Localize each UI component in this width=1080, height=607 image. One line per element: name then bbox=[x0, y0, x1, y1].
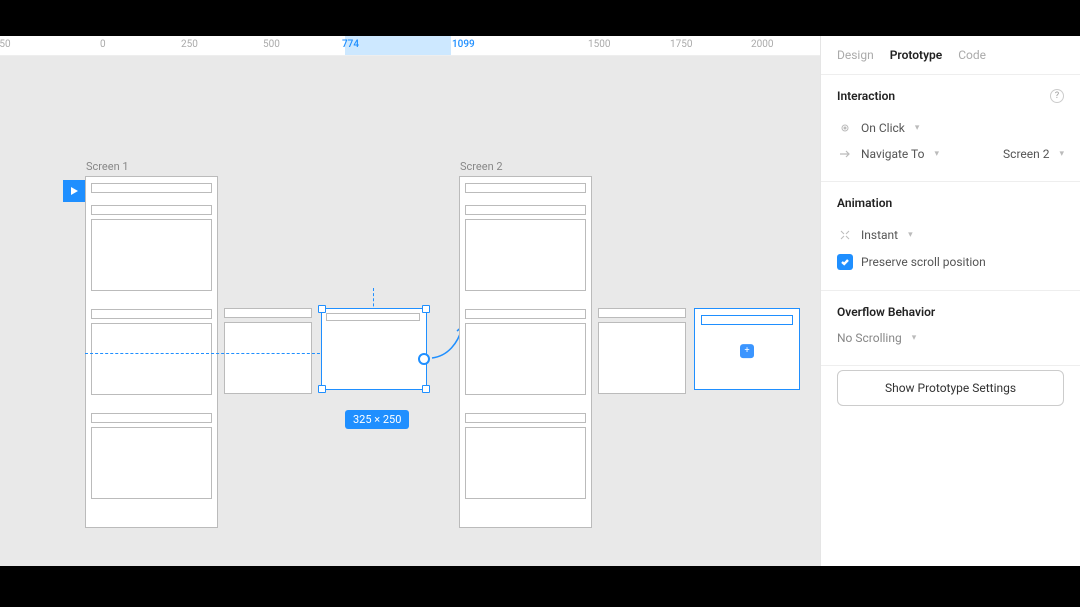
design-canvas[interactable]: Screen 1 bbox=[0, 56, 820, 566]
preserve-scroll-label: Preserve scroll position bbox=[861, 255, 986, 269]
section-title-interaction: Interaction bbox=[837, 89, 895, 103]
wireframe-element[interactable] bbox=[465, 205, 586, 215]
overflow-row[interactable]: No Scrolling ▾ bbox=[837, 325, 1064, 351]
ruler-tick: 1500 bbox=[588, 39, 610, 50]
panel-tabs: Design Prototype Code bbox=[821, 36, 1080, 74]
frame-screen1[interactable] bbox=[85, 176, 218, 528]
wireframe-element[interactable] bbox=[465, 427, 586, 499]
instant-icon bbox=[837, 229, 853, 241]
frame-screen2[interactable] bbox=[459, 176, 592, 528]
wireframe-element[interactable] bbox=[91, 183, 212, 193]
wireframe-element[interactable] bbox=[465, 309, 586, 319]
prototype-play-button[interactable] bbox=[63, 180, 85, 202]
tab-code[interactable]: Code bbox=[958, 48, 986, 62]
window-letterbox-top bbox=[0, 0, 1080, 36]
animation-type-row[interactable]: Instant ▾ bbox=[837, 222, 1064, 248]
wireframe-element[interactable] bbox=[224, 308, 312, 318]
preserve-scroll-row[interactable]: Preserve scroll position bbox=[837, 248, 1064, 276]
frame-label-screen1[interactable]: Screen 1 bbox=[86, 160, 129, 173]
ruler-tick: 0 bbox=[100, 39, 106, 50]
trigger-value: On Click bbox=[861, 121, 905, 135]
wireframe-element[interactable] bbox=[465, 413, 586, 423]
wireframe-element[interactable] bbox=[91, 427, 212, 499]
chevron-down-icon: ▾ bbox=[912, 333, 917, 343]
ruler-tick: 1750 bbox=[670, 39, 692, 50]
wireframe-element[interactable] bbox=[91, 219, 212, 291]
wireframe-element bbox=[701, 315, 793, 325]
frame-label-screen2[interactable]: Screen 2 bbox=[460, 160, 503, 173]
arrow-right-icon bbox=[837, 148, 853, 160]
ruler-tick: 2000 bbox=[751, 39, 773, 50]
wireframe-element[interactable] bbox=[91, 205, 212, 215]
wireframe-element[interactable] bbox=[598, 308, 686, 318]
chevron-down-icon: ▾ bbox=[908, 230, 913, 240]
ruler-tick-selection-end: 1099 bbox=[452, 39, 475, 50]
tab-prototype[interactable]: Prototype bbox=[890, 48, 943, 62]
wireframe-element[interactable] bbox=[598, 322, 686, 394]
horizontal-ruler[interactable]: -250 0 250 500 774 1099 1500 1750 2000 2… bbox=[0, 36, 820, 56]
wireframe-element[interactable] bbox=[91, 309, 212, 319]
help-icon[interactable]: ? bbox=[1050, 89, 1064, 103]
ruler-tick: 500 bbox=[263, 39, 280, 50]
section-animation: Animation Instant ▾ Preserve scroll posi… bbox=[821, 181, 1080, 290]
chevron-down-icon: ▾ bbox=[1059, 149, 1064, 159]
wireframe-element[interactable] bbox=[465, 323, 586, 395]
preserve-scroll-checkbox[interactable] bbox=[837, 254, 853, 270]
properties-panel: Design Prototype Code Interaction ? On C… bbox=[820, 36, 1080, 566]
tab-design[interactable]: Design bbox=[837, 48, 874, 62]
resize-handle-tl[interactable] bbox=[318, 305, 326, 313]
action-target[interactable]: Screen 2 bbox=[1003, 147, 1049, 161]
section-title-overflow: Overflow Behavior bbox=[837, 305, 935, 319]
lightning-icon bbox=[837, 122, 853, 134]
resize-handle-bl[interactable] bbox=[318, 385, 326, 393]
selected-element[interactable] bbox=[321, 308, 427, 390]
wireframe-element bbox=[326, 313, 420, 321]
resize-handle-tr[interactable] bbox=[422, 305, 430, 313]
ruler-tick: -250 bbox=[0, 39, 11, 50]
alignment-guide-h bbox=[85, 353, 325, 354]
section-title-animation: Animation bbox=[837, 196, 892, 210]
wireframe-element[interactable] bbox=[465, 183, 586, 193]
show-prototype-settings-button[interactable]: Show Prototype Settings bbox=[837, 370, 1064, 406]
ruler-tick-selection-start: 774 bbox=[342, 39, 359, 50]
wireframe-element[interactable] bbox=[91, 323, 212, 395]
prototype-destination-icon bbox=[740, 344, 754, 358]
chevron-down-icon: ▾ bbox=[915, 123, 920, 133]
section-overflow: Overflow Behavior No Scrolling ▾ bbox=[821, 290, 1080, 365]
window-letterbox-bottom bbox=[0, 566, 1080, 607]
wireframe-element[interactable] bbox=[465, 219, 586, 291]
resize-handle-br[interactable] bbox=[422, 385, 430, 393]
wireframe-element[interactable] bbox=[91, 413, 212, 423]
selection-dimensions-badge: 325 × 250 bbox=[345, 410, 409, 429]
action-value: Navigate To bbox=[861, 147, 924, 161]
chevron-down-icon: ▾ bbox=[934, 149, 939, 159]
trigger-row[interactable]: On Click ▾ bbox=[837, 115, 1064, 141]
wireframe-element[interactable] bbox=[224, 322, 312, 394]
overflow-value: No Scrolling bbox=[837, 331, 902, 345]
action-row[interactable]: Navigate To ▾ Screen 2 ▾ bbox=[837, 141, 1064, 167]
canvas-column: -250 0 250 500 774 1099 1500 1750 2000 2… bbox=[0, 36, 820, 566]
ruler-selection bbox=[345, 36, 451, 55]
section-interaction: Interaction ? On Click ▾ Navigate To ▾ S… bbox=[821, 74, 1080, 181]
prototype-target-element[interactable] bbox=[694, 308, 800, 390]
animation-type-value: Instant bbox=[861, 228, 898, 242]
ruler-tick: 250 bbox=[181, 39, 198, 50]
app-main: -250 0 250 500 774 1099 1500 1750 2000 2… bbox=[0, 36, 1080, 566]
